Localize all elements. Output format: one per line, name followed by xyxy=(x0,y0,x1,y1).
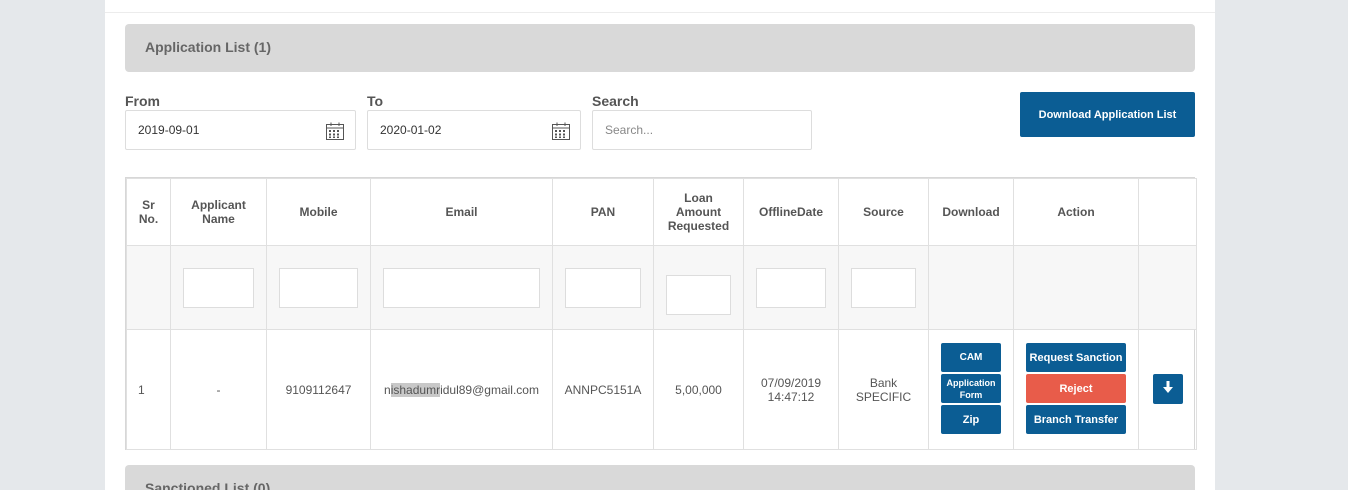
application-list-title: Application List (1) xyxy=(145,39,271,55)
col-mobile: Mobile xyxy=(266,178,371,246)
calendar-icon[interactable] xyxy=(551,121,571,141)
reject-button[interactable]: Reject xyxy=(1026,374,1126,403)
application-form-button[interactable]: Application Form xyxy=(941,374,1001,403)
application-table: Sr No. Applicant Name Mobile Email PAN Loa… xyxy=(125,177,1197,450)
col-extra xyxy=(1138,178,1197,246)
cell-row-download xyxy=(1138,329,1197,450)
filter-cell xyxy=(1138,245,1197,330)
branch-transfer-button[interactable]: Branch Transfer xyxy=(1026,405,1126,434)
filter-email-input[interactable] xyxy=(383,267,540,308)
filter-cell-sr xyxy=(126,245,171,330)
col-source: Source xyxy=(838,178,929,246)
calendar-icon[interactable] xyxy=(325,121,345,141)
application-list-header[interactable]: Application List (1) xyxy=(125,24,1195,72)
filter-cell xyxy=(552,245,654,330)
table-header-row: Sr No. Applicant Name Mobile Email PAN Loa… xyxy=(126,178,1197,246)
filter-cell xyxy=(170,245,267,330)
cell-action: Request Sanction Reject Branch Transfer xyxy=(1013,329,1139,450)
main-card: Application List (1) From 2019-09-01 To … xyxy=(105,0,1215,490)
cell-loan: 5,00,000 xyxy=(653,329,744,450)
search-field[interactable] xyxy=(592,110,812,150)
filter-mobile-input[interactable] xyxy=(279,267,358,308)
sanctioned-list-title: Sanctioned List (0) xyxy=(145,480,271,490)
cam-button[interactable]: CAM xyxy=(941,343,1001,372)
filter-applicant-input[interactable] xyxy=(183,267,254,308)
from-date-field[interactable]: 2019-09-01 xyxy=(125,110,356,150)
cell-download: CAM Application Form Zip xyxy=(928,329,1014,450)
download-application-list-button[interactable]: Download Application List xyxy=(1020,92,1195,137)
cell-mobile: 9109112647 xyxy=(266,329,371,450)
request-sanction-button[interactable]: Request Sanction xyxy=(1026,343,1126,372)
filter-loan-input[interactable] xyxy=(666,274,731,315)
filter-cell xyxy=(370,245,553,330)
filter-cell xyxy=(266,245,371,330)
filter-row xyxy=(126,245,1197,330)
filter-cell xyxy=(1013,245,1139,330)
zip-button[interactable]: Zip xyxy=(941,405,1001,434)
filter-cell xyxy=(928,245,1014,330)
row-download-button[interactable] xyxy=(1152,373,1183,404)
cell-sr: 1 xyxy=(126,329,171,450)
to-date-field[interactable]: 2020-01-02 xyxy=(367,110,581,150)
col-offline-date: OfflineDate xyxy=(743,178,839,246)
from-label: From xyxy=(125,93,160,109)
cell-email: nishadumridul89@gmail.com xyxy=(370,329,553,450)
to-date-value: 2020-01-02 xyxy=(380,123,442,137)
filter-cell xyxy=(838,245,929,330)
col-applicant-name: Applicant Name xyxy=(170,178,267,246)
arrow-down-icon xyxy=(1162,381,1173,393)
search-input[interactable] xyxy=(593,111,811,149)
col-loan-amount: Loan Amount Requested xyxy=(653,178,744,246)
filter-date-input[interactable] xyxy=(756,267,826,308)
cell-pan: ANNPC5151A xyxy=(552,329,654,450)
filter-cell xyxy=(743,245,839,330)
filter-pan-input[interactable] xyxy=(565,267,641,308)
cell-applicant: - xyxy=(170,329,267,450)
search-label: Search xyxy=(592,93,639,109)
col-pan: PAN xyxy=(552,178,654,246)
filter-source-input[interactable] xyxy=(851,267,916,308)
col-download: Download xyxy=(928,178,1014,246)
cell-offline-date: 07/09/2019 14:47:12 xyxy=(743,329,839,450)
col-action: Action xyxy=(1013,178,1139,246)
email-highlight: ishadumr xyxy=(390,382,441,397)
divider xyxy=(105,12,1215,13)
filter-cell xyxy=(653,245,744,330)
table-row: 1 - 9109112647 nishadumridul89@gmail.com… xyxy=(126,329,1197,450)
to-label: To xyxy=(367,93,384,109)
col-email: Email xyxy=(370,178,553,246)
sanctioned-list-header[interactable]: Sanctioned List (0) xyxy=(125,465,1195,490)
from-date-value: 2019-09-01 xyxy=(138,123,200,137)
col-sr-no: Sr No. xyxy=(126,178,171,246)
cell-source: Bank SPECIFIC xyxy=(838,329,929,450)
